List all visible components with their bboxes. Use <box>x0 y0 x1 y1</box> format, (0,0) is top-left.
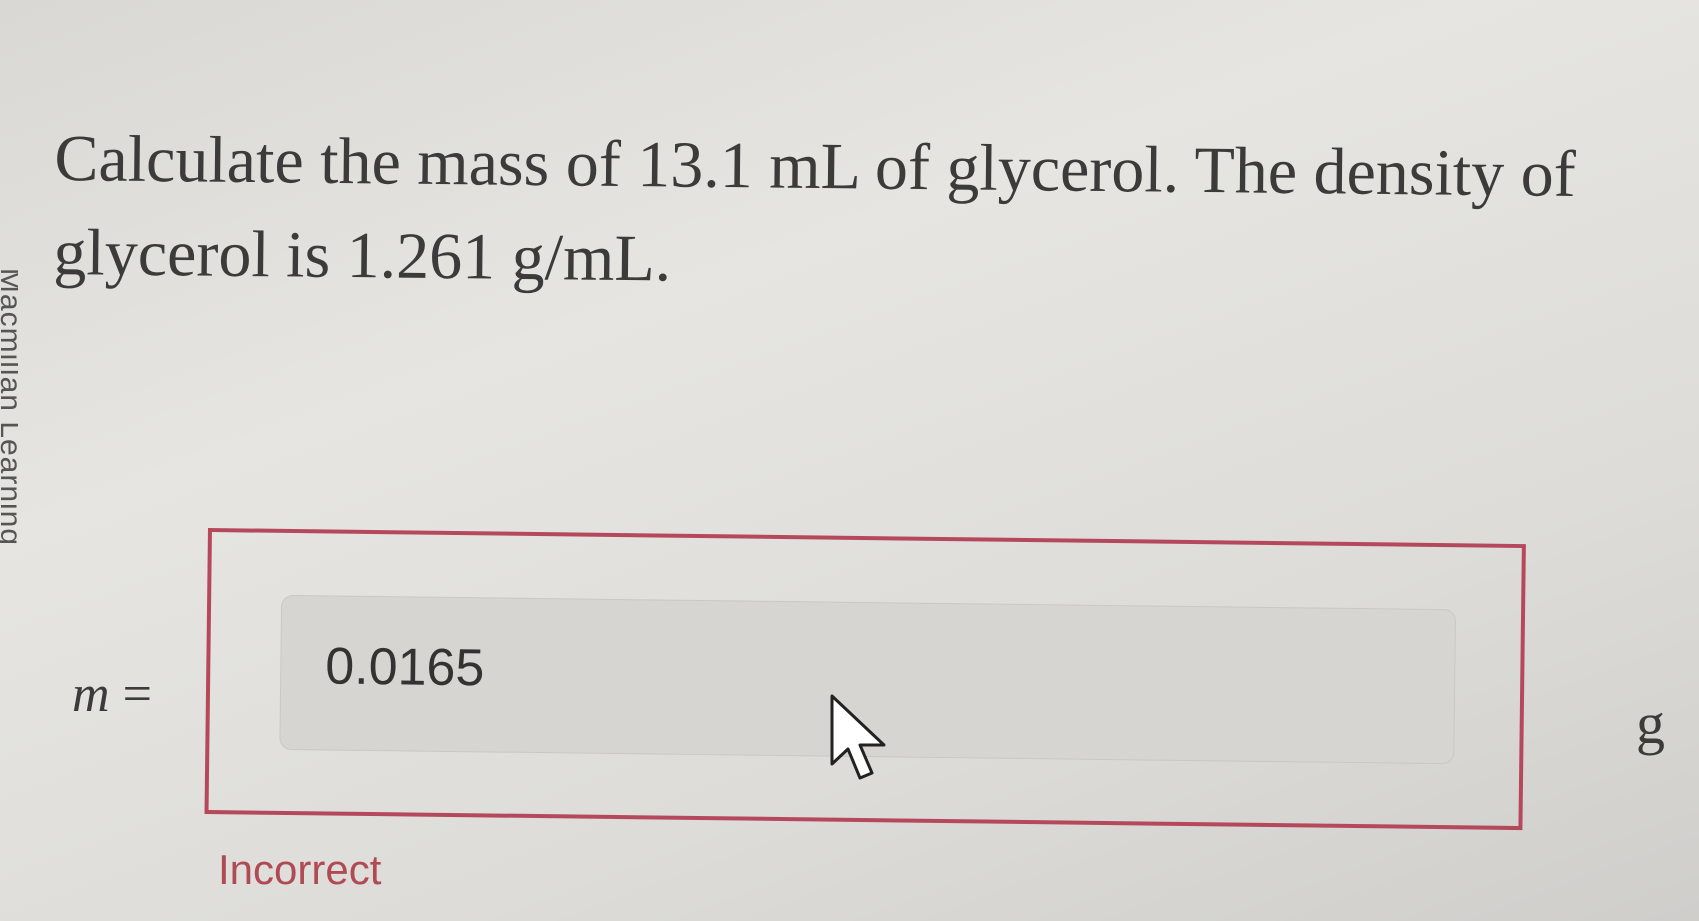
unit-label: g <box>1636 691 1665 756</box>
mouse-pointer-icon <box>830 694 886 780</box>
sidebar-brand-strip: Macmillan Learning <box>0 150 18 670</box>
answer-box: 0.0165 <box>204 528 1526 831</box>
sidebar-brand-text: Macmillan Learning <box>0 267 18 547</box>
equation-label: m = <box>72 665 152 724</box>
equals-sign: = <box>122 666 152 723</box>
question-text: Calculate the mass of 13.1 mL of glycero… <box>53 121 1577 296</box>
variable-label: m <box>72 666 110 723</box>
feedback-incorrect: Incorrect <box>218 846 382 893</box>
